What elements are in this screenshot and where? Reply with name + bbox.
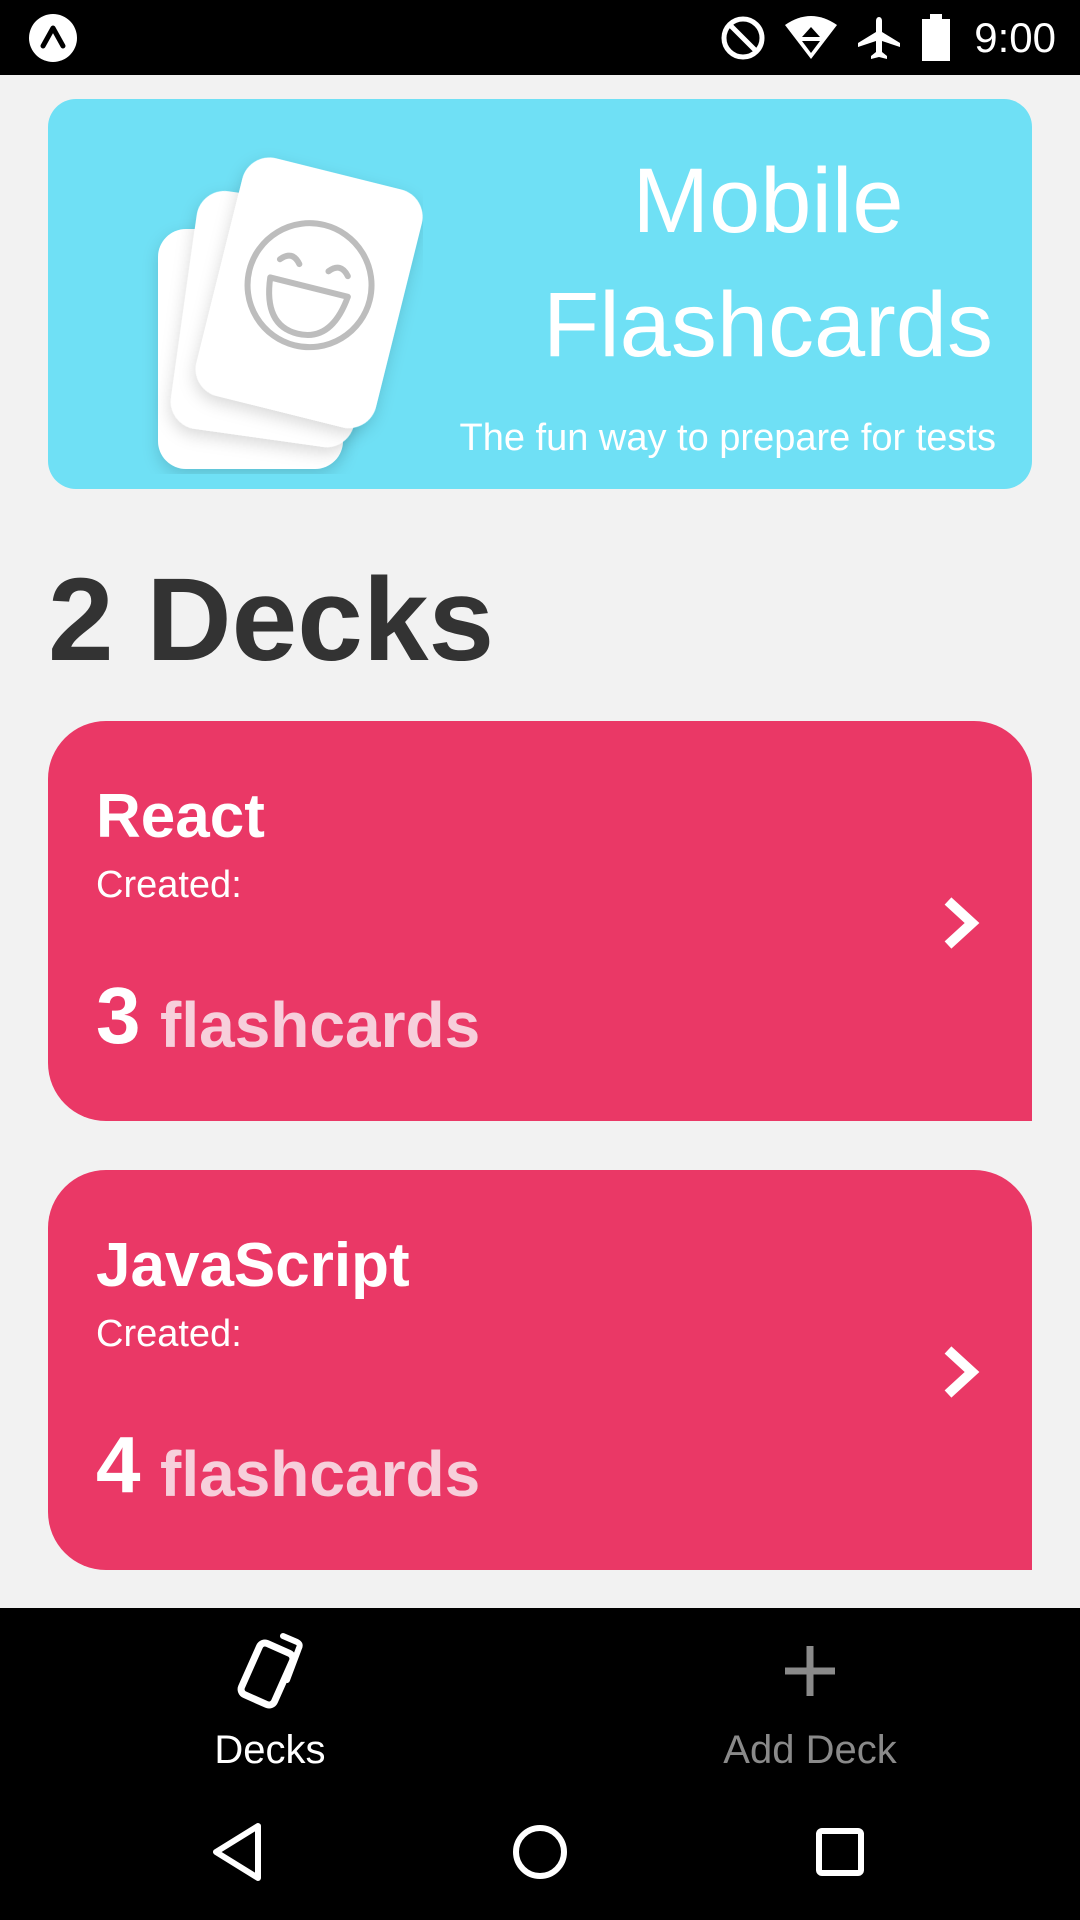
deck-name: JavaScript bbox=[96, 1231, 410, 1300]
back-icon[interactable] bbox=[200, 1812, 280, 1892]
deck-name: React bbox=[96, 782, 265, 851]
battery-icon bbox=[922, 13, 951, 61]
deck-card[interactable]: React Created: 3 flashcards bbox=[48, 721, 1032, 1121]
decks-count-heading: 2 Decks bbox=[48, 554, 495, 686]
screen: 9:00 Mobile Flashcards The fun way to pr… bbox=[0, 0, 1080, 1920]
flashcards-smiley-logo bbox=[158, 157, 423, 469]
deck-card-count: 4 bbox=[96, 1420, 141, 1509]
bottom-tab-bar: Decks Add Deck bbox=[0, 1608, 1080, 1784]
tab-add-deck-label: Add Deck bbox=[723, 1728, 897, 1772]
status-bar: 9:00 bbox=[0, 0, 1080, 75]
tab-add-deck[interactable]: Add Deck bbox=[540, 1608, 1080, 1784]
status-time: 9:00 bbox=[974, 13, 1056, 61]
deck-created: Created: bbox=[96, 864, 242, 906]
system-nav-bar bbox=[0, 1784, 1080, 1920]
cards-icon bbox=[237, 1633, 303, 1709]
app-title: Mobile Flashcards bbox=[543, 150, 993, 376]
app-subtitle: The fun way to prepare for tests bbox=[459, 417, 997, 459]
app-banner: Mobile Flashcards The fun way to prepare… bbox=[48, 99, 1032, 489]
airplane-mode-icon bbox=[858, 16, 901, 59]
tab-decks-label: Decks bbox=[214, 1728, 326, 1772]
do-not-disturb-icon bbox=[721, 16, 765, 59]
plus-icon bbox=[785, 1646, 835, 1696]
wifi-icon bbox=[785, 15, 838, 59]
chevron-right-icon bbox=[944, 1346, 980, 1398]
home-icon[interactable] bbox=[500, 1812, 580, 1892]
tab-decks[interactable]: Decks bbox=[0, 1608, 540, 1784]
deck-card-count-label: flashcards bbox=[160, 989, 481, 1061]
expo-icon bbox=[29, 14, 77, 62]
deck-created: Created: bbox=[96, 1313, 242, 1355]
recents-icon[interactable] bbox=[800, 1812, 880, 1892]
deck-card-count: 3 bbox=[96, 971, 141, 1060]
deck-card-count-label: flashcards bbox=[160, 1438, 481, 1510]
status-icons: 9:00 bbox=[720, 0, 1056, 75]
deck-card[interactable]: JavaScript Created: 4 flashcards bbox=[48, 1170, 1032, 1570]
chevron-right-icon bbox=[944, 897, 980, 949]
